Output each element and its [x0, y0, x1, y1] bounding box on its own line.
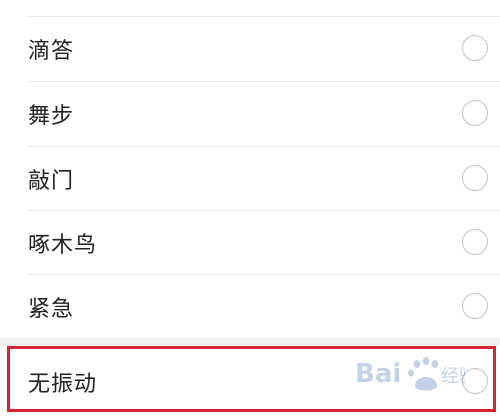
option-row-zhuomuniao[interactable]: 啄木鸟 [0, 211, 500, 275]
vibration-list: 滴答 舞步 敲门 啄木鸟 紧急 [0, 0, 500, 338]
section-gap [0, 338, 500, 346]
baidu-paw-icon: Bai 经验 [355, 357, 477, 391]
option-row-wubu[interactable]: 舞步 [0, 82, 500, 146]
radio-button[interactable] [462, 293, 488, 319]
radio-button[interactable] [462, 35, 488, 61]
radio-button[interactable] [462, 165, 488, 191]
option-row-didai[interactable]: 滴答 [0, 17, 500, 81]
watermark: Bai 经验 [355, 352, 477, 396]
option-label: 滴答 [28, 39, 75, 64]
option-label: 紧急 [28, 297, 75, 322]
option-label: 啄木鸟 [28, 233, 98, 258]
radio-button[interactable] [462, 100, 488, 126]
option-row-qiaomen[interactable]: 敲门 [0, 147, 500, 211]
option-label: 舞步 [28, 104, 75, 129]
svg-text:经验: 经验 [441, 366, 465, 387]
option-row-jinji[interactable]: 紧急 [0, 275, 500, 339]
svg-text:Bai: Bai [355, 359, 401, 389]
radio-button[interactable] [462, 229, 488, 255]
option-label: 敲门 [28, 169, 75, 194]
